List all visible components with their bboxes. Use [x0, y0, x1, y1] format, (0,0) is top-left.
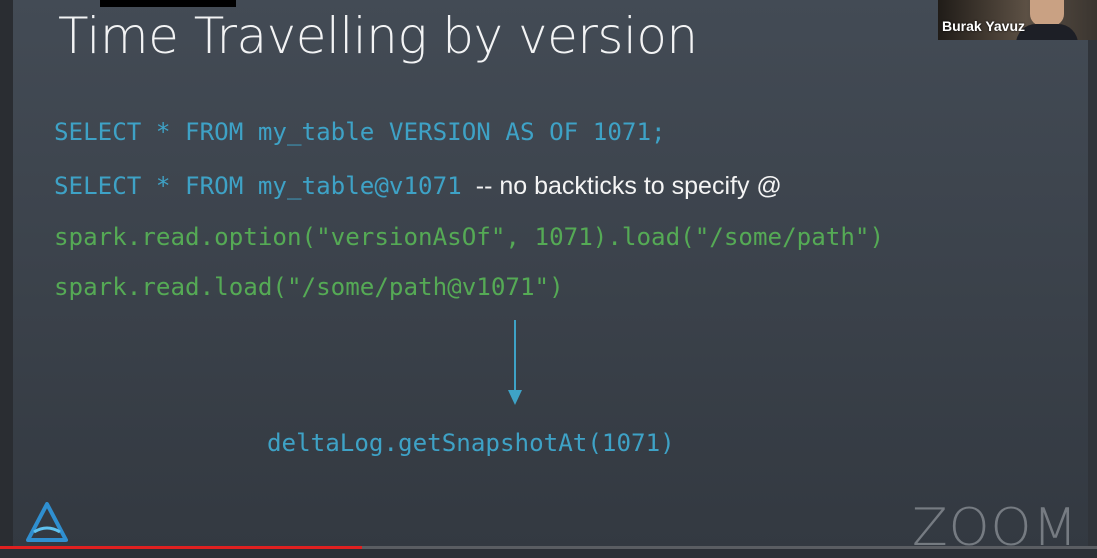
right-edge: [1088, 40, 1097, 549]
participant-video-tile[interactable]: Burak Yavuz: [938, 0, 1097, 40]
slide: Time Travelling by version SELECT * FROM…: [0, 0, 1097, 554]
slide-title: Time Travelling by version: [58, 7, 698, 65]
code-line-spark-option: spark.read.option("versionAsOf", 1071).l…: [54, 221, 884, 253]
code-text: spark.read.load("/some/path@v1071"): [54, 273, 564, 301]
code-comment: -- no backticks to specify @: [475, 172, 782, 200]
code-line-spark-path: spark.read.load("/some/path@v1071"): [54, 271, 564, 303]
code-text: SELECT * FROM my_table@v1071: [54, 172, 462, 200]
code-text: SELECT * FROM my_table VERSION AS OF 107…: [54, 118, 666, 146]
code-line-sql-at-syntax: SELECT * FROM my_table@v1071 -- no backti…: [54, 170, 782, 202]
code-text: spark.read.option("versionAsOf", 1071).l…: [54, 223, 885, 251]
down-arrow-icon: [508, 320, 522, 405]
snapshot-call: deltaLog.getSnapshotAt(1071): [267, 429, 675, 457]
participant-shirt: [1016, 24, 1078, 40]
participant-face: [1030, 0, 1064, 26]
participant-name: Burak Yavuz: [942, 18, 1026, 34]
code-line-sql-version: SELECT * FROM my_table VERSION AS OF 107…: [54, 116, 666, 148]
delta-lake-logo-icon: [26, 502, 68, 542]
left-edge: [0, 0, 13, 549]
